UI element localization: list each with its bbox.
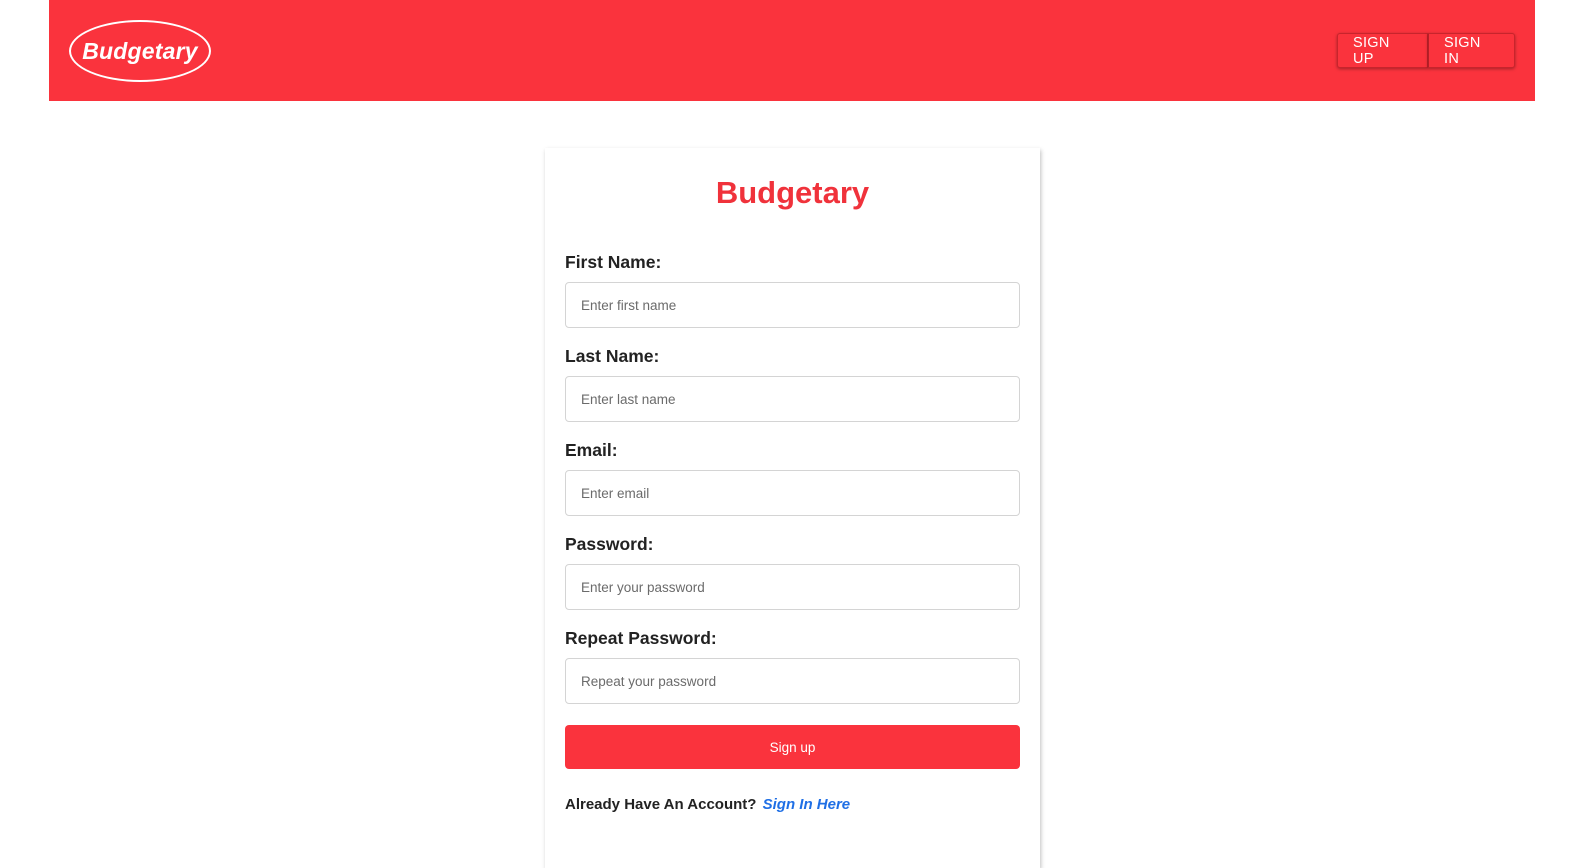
- repeat-password-label: Repeat Password:: [565, 628, 717, 648]
- sign-up-submit-button[interactable]: Sign up: [565, 725, 1020, 769]
- first-name-label: First Name:: [565, 252, 662, 272]
- last-name-input[interactable]: [565, 376, 1020, 422]
- navbar: Budgetary SIGN UP SIGN IN: [49, 0, 1535, 101]
- sign-in-nav-button[interactable]: SIGN IN: [1428, 33, 1515, 68]
- password-label: Password:: [565, 534, 654, 554]
- repeat-password-input[interactable]: [565, 658, 1020, 704]
- first-name-input[interactable]: [565, 282, 1020, 328]
- email-input[interactable]: [565, 470, 1020, 516]
- sign-in-here-link[interactable]: Sign In Here: [763, 796, 851, 813]
- sign-up-nav-button[interactable]: SIGN UP: [1337, 33, 1428, 68]
- sign-in-prompt: Already Have An Account? Sign In Here: [565, 796, 850, 813]
- email-label: Email:: [565, 440, 618, 460]
- last-name-label: Last Name:: [565, 346, 660, 366]
- signup-card: Budgetary First Name: Last Name: Email: …: [545, 148, 1040, 868]
- brand-logo[interactable]: Budgetary: [69, 20, 211, 82]
- form-title: Budgetary: [715, 175, 870, 210]
- password-input[interactable]: [565, 564, 1020, 610]
- nav-button-group: SIGN UP SIGN IN: [1337, 33, 1515, 68]
- sign-in-prompt-text: Already Have An Account?: [565, 796, 757, 813]
